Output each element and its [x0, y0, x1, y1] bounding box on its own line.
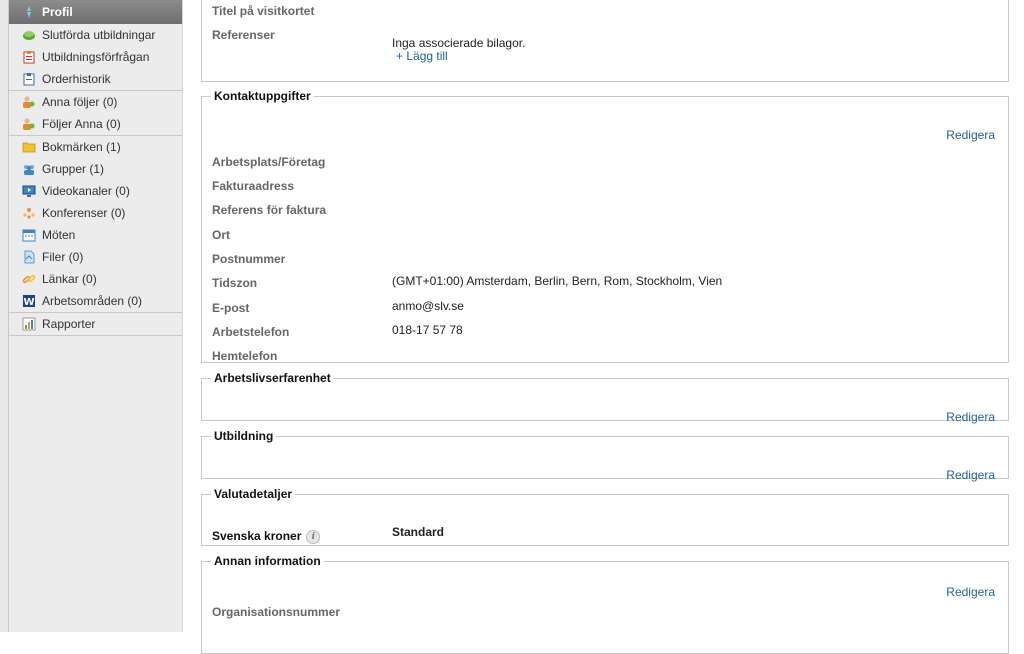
- sidebar-item-followers[interactable]: Anna följer (0): [9, 91, 182, 113]
- info-icon[interactable]: i: [306, 529, 321, 544]
- sidebar-item-order-history[interactable]: Orderhistorik: [9, 68, 182, 90]
- contact-label: Fakturaadress: [212, 179, 295, 193]
- sidebar-item-label: Möten: [42, 228, 76, 242]
- contact-label: Postnummer: [212, 252, 286, 266]
- following-icon: [22, 117, 36, 131]
- contact-edit-link[interactable]: Redigera: [946, 128, 995, 142]
- contact-label: Ort: [212, 228, 230, 242]
- sidebar-item-label: Filer (0): [42, 250, 84, 264]
- experience-legend: Arbetslivserfarenhet: [214, 371, 331, 385]
- nav-group: Bokmärken (1) Grupper (1) Videokanaler (0)…: [9, 136, 182, 313]
- left-edge: [0, 0, 9, 632]
- sidebar-item-conference[interactable]: Konferenser (0): [9, 202, 182, 224]
- education-section: Utbildning Redigera: [201, 429, 1009, 482]
- nav-group: Anna följer (0) Följer Anna (0): [9, 91, 182, 136]
- contact-label: Referens för faktura: [212, 203, 327, 217]
- order-history-icon: [22, 72, 36, 86]
- card-title-label: Titel på visitkortet: [212, 4, 315, 18]
- add-attachment-link[interactable]: + Lägg till: [396, 49, 448, 63]
- nav-group: Profil Slutförda utbildningar Utbildningsf…: [9, 0, 182, 91]
- no-attachments-text: Inga associerade bilagor.: [392, 36, 526, 50]
- currency-label-row: Svenska kroner i: [212, 529, 321, 544]
- clipboard-icon: [22, 50, 36, 64]
- sidebar-item-label: Konferenser (0): [42, 206, 126, 220]
- currency-value: Standard: [392, 525, 445, 539]
- sidebar-nav: Profil Slutförda utbildningar Utbildningsf…: [9, 0, 183, 632]
- sidebar-item-link[interactable]: Länkar (0): [9, 268, 182, 290]
- sidebar-item-label: Följer Anna (0): [42, 117, 121, 131]
- sidebar-item-label: Utbildningsförfrågan: [42, 50, 150, 64]
- currency-legend: Valutadetaljer: [214, 487, 293, 501]
- contact-value: anmo@slv.se: [392, 299, 464, 313]
- contact-label: Hemtelefon: [212, 349, 278, 363]
- sidebar-item-report[interactable]: Rapporter: [9, 313, 182, 335]
- contact-section: Kontaktuppgifter Redigera Arbetsplats/Fö…: [201, 89, 1009, 363]
- sidebar-item-label: Videokanaler (0): [42, 184, 130, 198]
- sidebar-item-video-channel[interactable]: Videokanaler (0): [9, 180, 182, 202]
- sidebar-item-label: Slutförda utbildningar: [42, 28, 156, 42]
- report-icon: [22, 317, 36, 331]
- svg-text:W: W: [23, 297, 34, 308]
- experience-section: Arbetslivserfarenhet Redigera: [201, 371, 1009, 424]
- contact-value: (GMT+01:00) Amsterdam, Berlin, Bern, Rom…: [392, 274, 723, 288]
- contact-label: Tidszon: [212, 276, 258, 290]
- other-info-legend: Annan information: [214, 554, 321, 568]
- link-icon: [22, 272, 36, 286]
- file-icon: [22, 250, 36, 264]
- groups-icon: [22, 162, 36, 176]
- profile-icon: [22, 5, 36, 19]
- currency-section: Valutadetaljer Svenska kroner i Standard: [201, 487, 1009, 546]
- conference-icon: [22, 206, 36, 220]
- calendar-icon: [22, 228, 36, 242]
- sidebar-item-label: Anna följer (0): [42, 95, 118, 109]
- sidebar-item-label: Orderhistorik: [42, 72, 111, 86]
- contact-label: E-post: [212, 301, 250, 315]
- sidebar-item-completed-courses[interactable]: Slutförda utbildningar: [9, 24, 182, 46]
- contact-value: 018-17 57 78: [392, 323, 463, 337]
- sidebar-item-clipboard[interactable]: Utbildningsförfrågan: [9, 46, 182, 68]
- workspace-icon: W: [22, 294, 36, 308]
- sidebar-item-label: Bokmärken (1): [42, 140, 121, 154]
- contact-label: Arbetstelefon: [212, 325, 290, 339]
- followers-icon: [22, 95, 36, 109]
- experience-edit-link[interactable]: Redigera: [946, 410, 995, 424]
- completed-courses-icon: [22, 28, 36, 42]
- sidebar-item-calendar[interactable]: Möten: [9, 224, 182, 246]
- sidebar-item-workspace[interactable]: W Arbetsområden (0): [9, 290, 182, 312]
- sidebar-item-following[interactable]: Följer Anna (0): [9, 113, 182, 135]
- sidebar-item-label: Länkar (0): [42, 272, 97, 286]
- contact-label: Arbetsplats/Företag: [212, 155, 326, 169]
- sidebar-item-label: Arbetsområden (0): [42, 294, 143, 308]
- nav-group: Rapporter: [9, 313, 182, 336]
- video-channel-icon: [22, 184, 36, 198]
- sidebar-item-label: Profil: [42, 5, 73, 19]
- sidebar-item-label: Rapporter: [42, 317, 96, 331]
- other-info-edit-link[interactable]: Redigera: [946, 585, 995, 599]
- sidebar-item-groups[interactable]: Grupper (1): [9, 158, 182, 180]
- org-number-label: Organisationsnummer: [212, 605, 341, 619]
- other-info-section: Annan information Redigera Organisations…: [201, 554, 1009, 654]
- contact-legend: Kontaktuppgifter: [214, 89, 311, 103]
- sidebar-item-folder[interactable]: Bokmärken (1): [9, 136, 182, 158]
- references-label: Referenser: [212, 28, 275, 42]
- sidebar-item-profile[interactable]: Profil: [9, 0, 182, 24]
- education-edit-link[interactable]: Redigera: [946, 468, 995, 482]
- business-card-section: Titel på visitkortet Referenser Inga ass…: [201, 0, 1009, 82]
- currency-label: Svenska kroner: [212, 529, 302, 543]
- folder-icon: [22, 140, 36, 154]
- sidebar-item-file[interactable]: Filer (0): [9, 246, 182, 268]
- sidebar-item-label: Grupper (1): [42, 162, 105, 176]
- education-legend: Utbildning: [214, 429, 274, 443]
